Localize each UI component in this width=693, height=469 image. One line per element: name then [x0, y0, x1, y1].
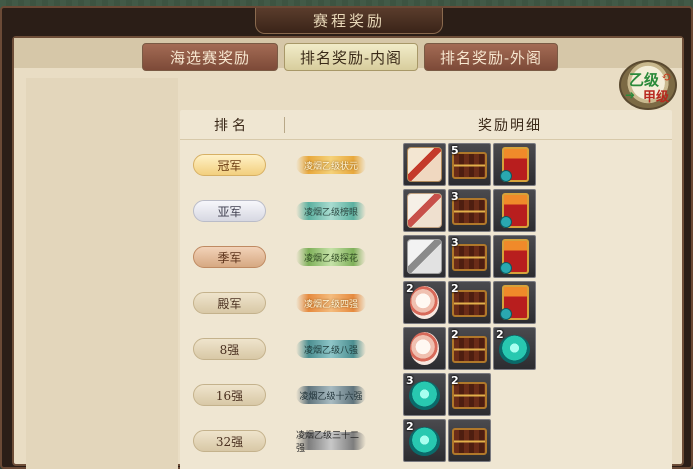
- reward-items: 5: [403, 143, 536, 186]
- reward-item-slot[interactable]: [493, 281, 536, 324]
- item-count: 3: [406, 374, 414, 387]
- left-panel: [26, 78, 178, 469]
- reward-item-slot[interactable]: 2: [403, 419, 446, 462]
- item-count: 2: [406, 420, 414, 433]
- item-count: 2: [406, 282, 414, 295]
- honor-title-badge: 凌烟乙级探花: [296, 248, 366, 266]
- item-count: 3: [451, 190, 459, 203]
- header-divider: [284, 117, 285, 133]
- reward-item-slot[interactable]: 3: [448, 235, 491, 278]
- reward-item-slot[interactable]: 2: [448, 327, 491, 370]
- reward-table: 排名 奖励明细 冠军 凌烟乙级状元 5 亚军 凌烟乙级榜眼 3 季军 凌烟乙级探花 3 殿军 凌烟乙…: [180, 110, 672, 469]
- gift-box-icon: [500, 239, 529, 274]
- reward-item-slot[interactable]: [403, 189, 446, 232]
- reward-items: 3: [403, 235, 536, 278]
- reward-item-slot[interactable]: 3: [448, 189, 491, 232]
- arrow-right-icon: ➜: [625, 88, 636, 102]
- reward-items: 22: [403, 281, 536, 324]
- table-row: 8强 凌烟乙级八强 2 2: [180, 326, 672, 372]
- lacquer-box-icon: [407, 147, 442, 182]
- white-box-icon: [407, 239, 442, 274]
- arrow-left-icon: ⟲: [660, 70, 671, 84]
- reward-item-slot[interactable]: [448, 419, 491, 462]
- table-row: 16强 凌烟乙级十六强 3 2: [180, 372, 672, 418]
- table-row: 冠军 凌烟乙级状元 5: [180, 142, 672, 188]
- rank-badge: 8强: [193, 338, 266, 360]
- gift-box-icon: [500, 147, 529, 182]
- item-count: 3: [451, 236, 459, 249]
- tab-rank-rewards-outer[interactable]: 排名奖励-外阁: [424, 43, 558, 71]
- honor-title-badge: 凌烟乙级三十二强: [296, 431, 366, 454]
- treasure-chest-icon: [452, 428, 487, 455]
- honor-title-badge: 凌烟乙级八强: [296, 340, 366, 358]
- honor-title-badge: 凌烟乙级四强: [296, 294, 366, 312]
- reward-item-slot[interactable]: [493, 143, 536, 186]
- item-count: 2: [451, 374, 459, 387]
- honor-title-badge: 凌烟乙级十六强: [296, 386, 366, 404]
- reward-item-slot[interactable]: 3: [403, 373, 446, 416]
- header-rank: 排名: [214, 118, 250, 134]
- table-row: 32强 凌烟乙级三十二强 2: [180, 418, 672, 464]
- tab-bar: 海选赛奖励 排名奖励-内阁 排名奖励-外阁: [142, 43, 558, 71]
- rank-badge: 冠军: [193, 154, 266, 176]
- item-count: 5: [451, 144, 459, 157]
- table-header: 排名 奖励明细: [180, 110, 672, 140]
- reward-item-slot[interactable]: [493, 189, 536, 232]
- rewards-window: 赛程奖励 海选赛奖励 排名奖励-内阁 排名奖励-外阁 乙级 ⟲ ➜ 甲级 排名 …: [0, 6, 693, 469]
- tab-rank-rewards-inner[interactable]: 排名奖励-内阁: [284, 43, 418, 71]
- lantern-icon: [410, 332, 439, 365]
- lacquer-box-icon: [407, 193, 442, 228]
- rank-badge: 16强: [193, 384, 266, 406]
- table-row: 亚军 凌烟乙级榜眼 3: [180, 188, 672, 234]
- reward-item-slot[interactable]: 2: [448, 373, 491, 416]
- honor-title-badge: 凌烟乙级状元: [296, 156, 366, 174]
- grade-bottom-label: 甲级: [643, 90, 670, 105]
- table-row: 殿军 凌烟乙级四强 2 2: [180, 280, 672, 326]
- window-content: 海选赛奖励 排名奖励-内阁 排名奖励-外阁 乙级 ⟲ ➜ 甲级 排名 奖励明细 …: [12, 36, 684, 469]
- rank-badge: 亚军: [193, 200, 266, 222]
- tab-audition-rewards[interactable]: 海选赛奖励: [142, 43, 278, 71]
- reward-item-slot[interactable]: 2: [403, 281, 446, 324]
- header-reward: 奖励明细: [478, 118, 542, 134]
- window-title: 赛程奖励: [255, 8, 443, 34]
- reward-item-slot[interactable]: [493, 235, 536, 278]
- table-row: 季军 凌烟乙级探花 3: [180, 234, 672, 280]
- item-count: 2: [451, 282, 459, 295]
- reward-items: 22: [403, 327, 536, 370]
- reward-item-slot[interactable]: [403, 143, 446, 186]
- reward-items: 3: [403, 189, 536, 232]
- rank-badge: 32强: [193, 430, 266, 452]
- item-count: 2: [451, 328, 459, 341]
- reward-item-slot[interactable]: 5: [448, 143, 491, 186]
- item-count: 2: [496, 328, 504, 341]
- reward-item-slot[interactable]: [403, 327, 446, 370]
- gift-box-icon: [500, 193, 529, 228]
- rank-badge: 殿军: [193, 292, 266, 314]
- grade-toggle-button[interactable]: 乙级 ⟲ ➜ 甲级: [619, 60, 677, 110]
- reward-items: 2: [403, 419, 491, 462]
- reward-items: 32: [403, 373, 491, 416]
- lantern-icon: [410, 286, 439, 319]
- honor-title-badge: 凌烟乙级榜眼: [296, 202, 366, 220]
- reward-item-slot[interactable]: [403, 235, 446, 278]
- reward-item-slot[interactable]: 2: [493, 327, 536, 370]
- rank-badge: 季军: [193, 246, 266, 268]
- reward-item-slot[interactable]: 2: [448, 281, 491, 324]
- gift-box-icon: [500, 285, 529, 320]
